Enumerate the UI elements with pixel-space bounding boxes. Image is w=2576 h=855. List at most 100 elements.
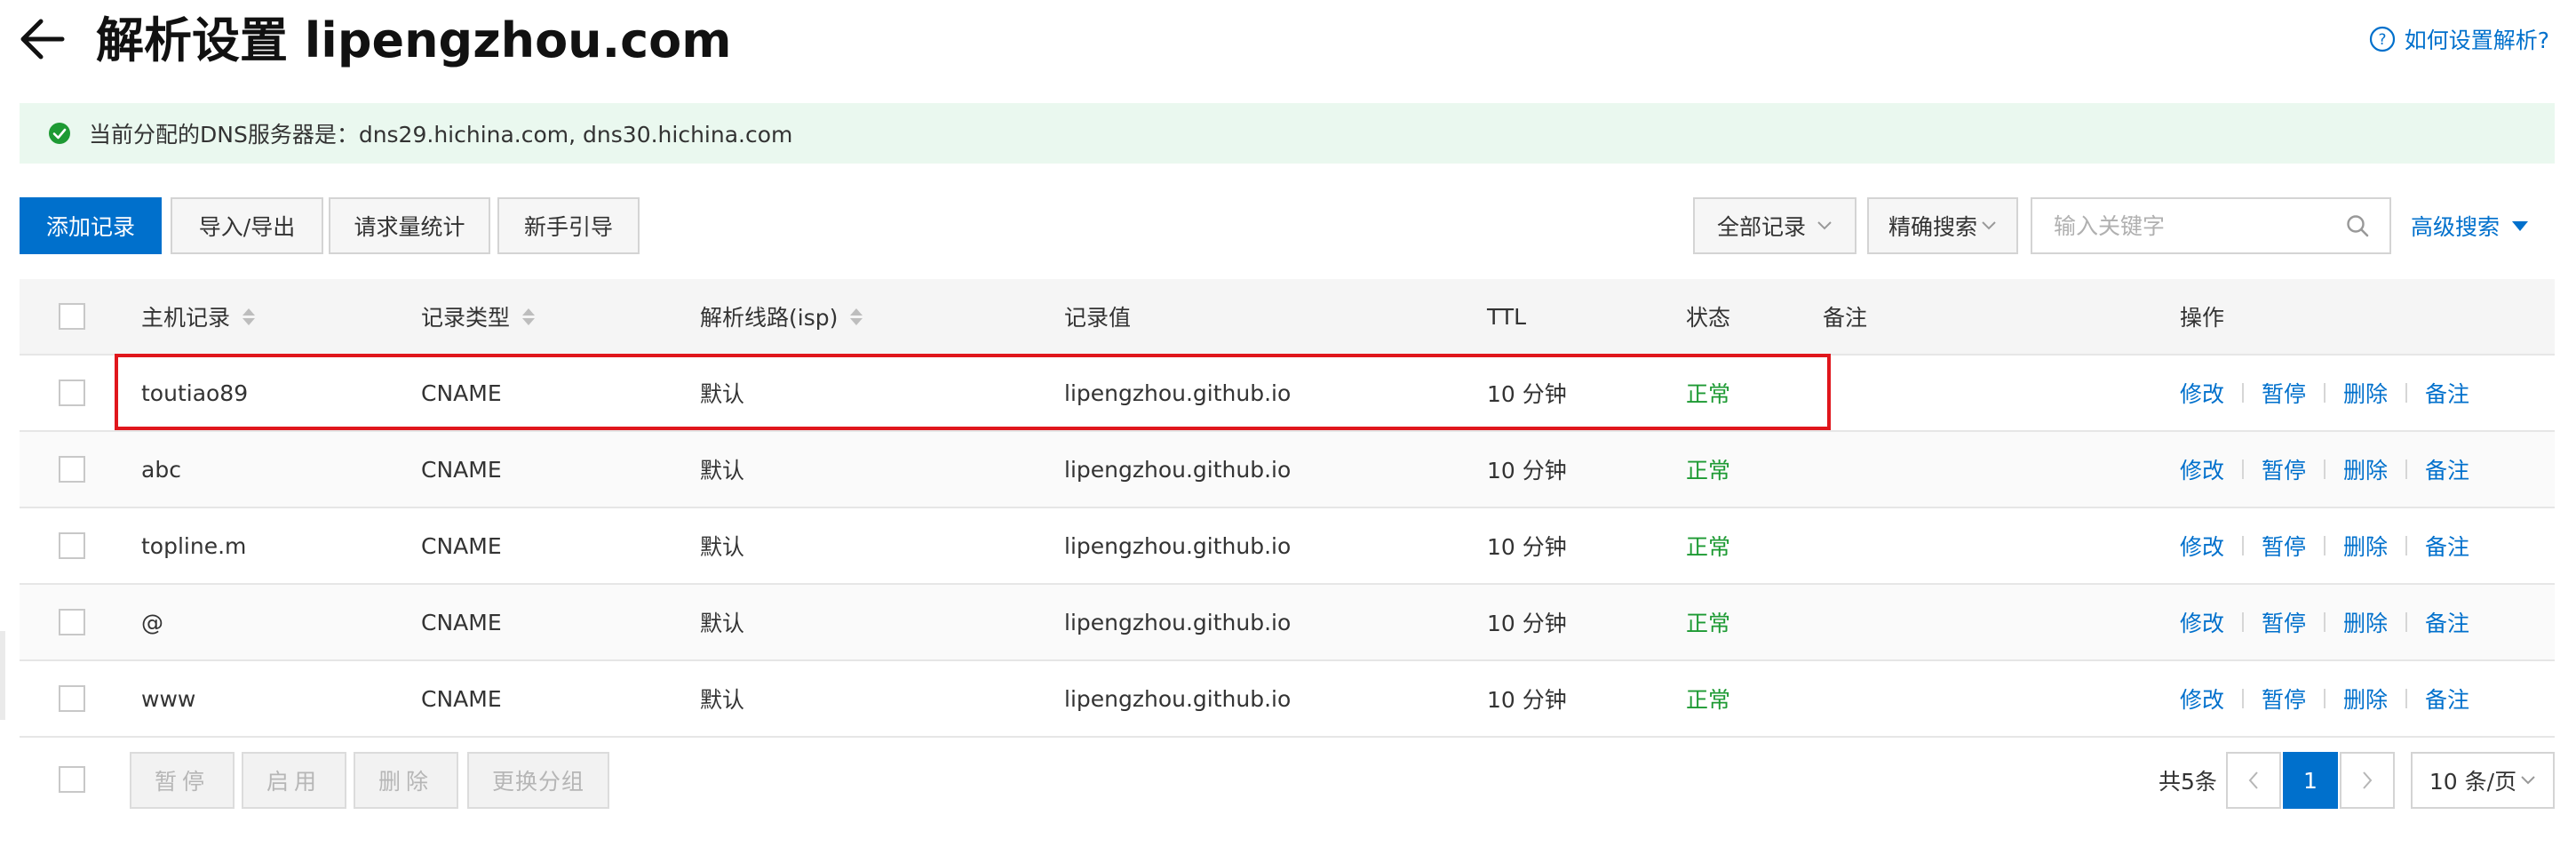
table-row: @ CNAME 默认 lipengzhou.github.io 10 分钟 正常 修改 暂停 删… <box>20 585 2555 661</box>
remark-link[interactable]: 备注 <box>2425 377 2469 409</box>
exact-search-label: 精确搜索 <box>1888 214 1977 240</box>
search-input[interactable] <box>2052 212 2345 240</box>
page-title: 解析设置 lipengzhou.com <box>96 12 732 68</box>
scroll-edge <box>0 631 5 720</box>
row-actions: 修改 暂停 删除 备注 <box>2180 432 2469 507</box>
cell-ttl: 10 分钟 <box>1487 534 1567 560</box>
total-count: 共5条 <box>2159 769 2217 795</box>
sort-icon[interactable] <box>522 308 536 325</box>
page-size-select[interactable]: 10 条/页 <box>2411 752 2555 809</box>
edit-link[interactable]: 修改 <box>2180 377 2224 409</box>
row-checkbox[interactable] <box>59 456 85 483</box>
cell-type: CNAME <box>421 380 502 406</box>
row-actions: 修改 暂停 删除 备注 <box>2180 661 2469 736</box>
bulk-change-group-button[interactable]: 更换分组 <box>467 752 609 809</box>
delete-link[interactable]: 删除 <box>2343 606 2388 638</box>
divider <box>2242 689 2245 708</box>
add-record-button[interactable]: 添加记录 <box>20 197 162 254</box>
table-header: 主机记录 记录类型 解析线路(isp) 记录值 TTL 状态 备注 操作 <box>20 279 2555 356</box>
cell-value: lipengzhou.github.io <box>1064 685 1292 712</box>
pause-link[interactable]: 暂停 <box>2262 453 2306 485</box>
cell-line: 默认 <box>700 458 745 483</box>
column-type[interactable]: 记录类型 <box>421 279 536 354</box>
bulk-pause-button[interactable]: 暂停 <box>130 752 235 809</box>
edit-link[interactable]: 修改 <box>2180 530 2224 562</box>
cell-value: lipengzhou.github.io <box>1064 456 1292 483</box>
remark-link[interactable]: 备注 <box>2425 453 2469 485</box>
back-arrow-icon[interactable] <box>14 11 71 68</box>
edit-link[interactable]: 修改 <box>2180 453 2224 485</box>
column-ttl: TTL <box>1487 303 1527 330</box>
bulk-enable-button[interactable]: 启用 <box>242 752 346 809</box>
cell-type: CNAME <box>421 609 502 635</box>
cell-line: 默认 <box>700 611 745 636</box>
advanced-search-label: 高级搜索 <box>2411 214 2500 240</box>
edit-link[interactable]: 修改 <box>2180 683 2224 715</box>
footer-select-all-checkbox[interactable] <box>59 766 85 793</box>
triangle-down-icon <box>2512 220 2529 231</box>
divider <box>2242 536 2245 555</box>
next-page-button[interactable] <box>2340 752 2395 809</box>
bulk-delete-button[interactable]: 删除 <box>354 752 458 809</box>
divider <box>2324 536 2326 555</box>
pause-link[interactable]: 暂停 <box>2262 683 2306 715</box>
row-checkbox[interactable] <box>59 685 85 712</box>
delete-link[interactable]: 删除 <box>2343 683 2388 715</box>
help-link[interactable]: ? 如何设置解析? <box>2369 21 2549 57</box>
column-line-label: 解析线路(isp) <box>700 305 839 331</box>
row-checkbox[interactable] <box>59 532 85 559</box>
beginner-guide-button[interactable]: 新手引导 <box>497 197 640 254</box>
search-icon[interactable] <box>2345 213 2370 238</box>
cell-host: topline.m <box>141 532 247 559</box>
sort-icon[interactable] <box>850 308 863 325</box>
divider <box>2405 612 2408 632</box>
row-checkbox[interactable] <box>59 609 85 635</box>
table-row: topline.m CNAME 默认 lipengzhou.github.io 10 分… <box>20 508 2555 585</box>
delete-link[interactable]: 删除 <box>2343 530 2388 562</box>
divider <box>2405 536 2408 555</box>
column-actions: 操作 <box>2180 305 2225 331</box>
chevron-down-icon <box>2521 776 2535 785</box>
cell-status: 正常 <box>1686 534 1731 560</box>
dns-notice-text: 当前分配的DNS服务器是：dns29.hichina.com, dns30.hi… <box>89 122 793 148</box>
help-circle-icon: ? <box>2369 26 2395 52</box>
divider <box>2242 383 2245 403</box>
record-filter-select[interactable]: 全部记录 <box>1693 197 1856 254</box>
divider <box>2324 689 2326 708</box>
sort-icon[interactable] <box>242 308 256 325</box>
cell-host: abc <box>141 456 181 483</box>
remark-link[interactable]: 备注 <box>2425 683 2469 715</box>
page-1-button[interactable]: 1 <box>2283 752 2338 809</box>
column-line[interactable]: 解析线路(isp) <box>700 279 863 354</box>
prev-page-button[interactable] <box>2226 752 2281 809</box>
chevron-right-icon <box>2363 771 2373 789</box>
pause-link[interactable]: 暂停 <box>2262 377 2306 409</box>
advanced-search-link[interactable]: 高级搜索 <box>2411 197 2529 254</box>
column-host[interactable]: 主机记录 <box>141 279 256 354</box>
edit-link[interactable]: 修改 <box>2180 606 2224 638</box>
select-all-checkbox[interactable] <box>59 303 85 330</box>
request-stats-button[interactable]: 请求量统计 <box>329 197 490 254</box>
divider <box>2324 459 2326 479</box>
pause-link[interactable]: 暂停 <box>2262 530 2306 562</box>
exact-search-select[interactable]: 精确搜索 <box>1867 197 2018 254</box>
delete-link[interactable]: 删除 <box>2343 453 2388 485</box>
row-checkbox[interactable] <box>59 380 85 406</box>
import-export-button[interactable]: 导入/导出 <box>171 197 323 254</box>
table-row: toutiao89 CNAME 默认 lipengzhou.github.io 10 分… <box>20 356 2555 432</box>
divider <box>2242 459 2245 479</box>
row-actions: 修改 暂停 删除 备注 <box>2180 508 2469 583</box>
pause-link[interactable]: 暂停 <box>2262 606 2306 638</box>
cell-value: lipengzhou.github.io <box>1064 532 1292 559</box>
dns-notice: 当前分配的DNS服务器是：dns29.hichina.com, dns30.hi… <box>20 103 2555 164</box>
search-box[interactable] <box>2031 197 2391 254</box>
remark-link[interactable]: 备注 <box>2425 606 2469 638</box>
remark-link[interactable]: 备注 <box>2425 530 2469 562</box>
cell-host: www <box>141 685 196 712</box>
column-status: 状态 <box>1686 305 1731 331</box>
column-host-label: 主机记录 <box>141 305 231 331</box>
cell-value: lipengzhou.github.io <box>1064 380 1292 406</box>
row-actions: 修改 暂停 删除 备注 <box>2180 356 2469 430</box>
delete-link[interactable]: 删除 <box>2343 377 2388 409</box>
cell-type: CNAME <box>421 532 502 559</box>
